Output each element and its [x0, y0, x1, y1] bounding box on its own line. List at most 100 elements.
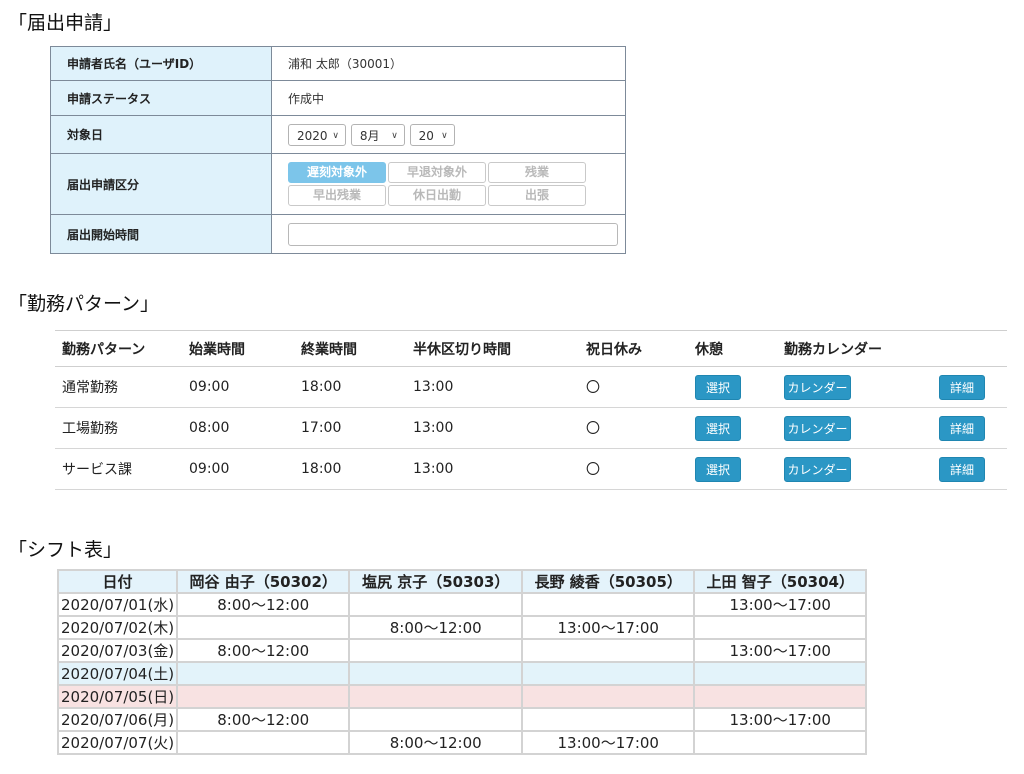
pattern-calendar-cell: カレンダー [777, 408, 932, 449]
shift-cell [348, 638, 523, 663]
pattern-end: 17:00 [301, 420, 342, 436]
category-button-late-exempt[interactable]: 遅刻対象外 [288, 162, 386, 183]
category-button-business-trip[interactable]: 出張 [488, 185, 586, 206]
pattern-header: 終業時間 [301, 341, 357, 358]
pattern-header: 始業時間 [189, 341, 245, 358]
shift-date: 2020/07/02(木) [57, 615, 178, 640]
shift-row-saturday: 2020/07/04(土) [57, 661, 867, 686]
detail-button[interactable]: 詳細 [939, 456, 985, 482]
pattern-half: 13:00 [413, 379, 454, 395]
break-select-button[interactable]: 選択 [695, 374, 741, 400]
pattern-header [932, 331, 1007, 367]
shift-date: 2020/07/03(金) [57, 638, 178, 663]
pattern-header: 勤務カレンダー [784, 341, 882, 358]
pattern-header-row: 勤務パターン 始業時間 終業時間 半休区切り時間 祝日休み 休憩 勤務カレンダー [55, 330, 1007, 367]
pattern-header: 祝日休み [586, 341, 642, 358]
month-select-value: 8月 [359, 128, 380, 143]
shift-header-staff: 長野 綾香（50305） [520, 569, 696, 594]
day-select[interactable]: 20 ∨ [409, 123, 455, 146]
start-time-input[interactable] [288, 222, 618, 246]
calendar-button[interactable]: カレンダー [784, 415, 851, 441]
shift-cell: 8:00～12:00 [348, 730, 523, 755]
shift-cell: 8:00～12:00 [348, 615, 523, 640]
pattern-holiday: 〇 [586, 380, 600, 396]
detail-button[interactable]: 詳細 [939, 415, 985, 441]
category-value: 遅刻対象外 早退対象外 残業 早出残業 休日出勤 出張 [271, 153, 626, 215]
target-date-label: 対象日 [50, 115, 272, 154]
pattern-header: 休憩 [695, 341, 723, 358]
shift-cell [520, 638, 696, 663]
shift-row-sunday: 2020/07/05(日) [57, 684, 867, 709]
pattern-row: サービス課 09:00 18:00 13:00 〇 選択 カレンダー 詳細 [55, 449, 1007, 490]
pattern-name: 通常勤務 [62, 380, 118, 396]
shift-cell: 8:00～12:00 [175, 707, 351, 732]
shift-date: 2020/07/04(土) [57, 661, 178, 686]
shift-cell [520, 592, 696, 617]
shift-cell [693, 661, 867, 686]
category-button-group: 遅刻対象外 早退対象外 残業 早出残業 休日出勤 出張 [288, 162, 625, 206]
break-select-button[interactable]: 選択 [695, 456, 741, 482]
pattern-row: 工場勤務 08:00 17:00 13:00 〇 選択 カレンダー 詳細 [55, 408, 1007, 449]
form-row-applicant: 申請者氏名（ユーザID） 浦和 太郎（30001） [50, 46, 626, 81]
chevron-down-icon: ∨ [391, 130, 398, 141]
shift-cell [175, 615, 351, 640]
applicant-value: 浦和 太郎（30001） [271, 46, 626, 81]
shift-cell: 8:00～12:00 [175, 638, 351, 663]
year-select-value: 2020 [297, 128, 328, 143]
pattern-holiday: 〇 [586, 421, 600, 437]
shift-cell [693, 615, 867, 640]
shift-row: 2020/07/07(火) 8:00～12:00 13:00～17:00 [57, 730, 867, 755]
shift-cell [348, 684, 523, 709]
pattern-section-title: 「勤務パターン」 [8, 293, 160, 315]
target-date-value: 2020 ∨ 8月 ∨ 20 ∨ [271, 115, 626, 154]
shift-cell [520, 707, 696, 732]
pattern-end: 18:00 [301, 379, 342, 395]
pattern-break-cell: 選択 [688, 367, 777, 408]
shift-header-staff: 塩尻 京子（50303） [348, 569, 523, 594]
start-time-value [271, 214, 626, 254]
category-button-overtime[interactable]: 残業 [488, 162, 586, 183]
month-select[interactable]: 8月 ∨ [350, 123, 405, 146]
shift-cell [693, 730, 867, 755]
day-select-value: 20 [418, 128, 434, 143]
status-value: 作成中 [271, 80, 626, 116]
shift-cell: 8:00～12:00 [175, 592, 351, 617]
pattern-break-cell: 選択 [688, 449, 777, 490]
application-form: 申請者氏名（ユーザID） 浦和 太郎（30001） 申請ステータス 作成中 対象… [50, 46, 626, 254]
form-row-status: 申請ステータス 作成中 [50, 80, 626, 116]
shift-section-title: 「シフト表」 [8, 539, 123, 561]
category-button-holiday-work[interactable]: 休日出勤 [388, 185, 486, 206]
pattern-start: 09:00 [189, 379, 230, 395]
pattern-calendar-cell: カレンダー [777, 449, 932, 490]
pattern-start: 08:00 [189, 420, 230, 436]
shift-cell: 13:00～17:00 [693, 707, 867, 732]
shift-row: 2020/07/03(金) 8:00～12:00 13:00～17:00 [57, 638, 867, 663]
shift-date: 2020/07/06(月) [57, 707, 178, 732]
break-select-button[interactable]: 選択 [695, 415, 741, 441]
shift-cell [520, 661, 696, 686]
detail-button[interactable]: 詳細 [939, 374, 985, 400]
form-section-title: 「届出申請」 [8, 12, 123, 34]
start-time-label: 届出開始時間 [50, 214, 272, 254]
pattern-end: 18:00 [301, 461, 342, 477]
shift-header-date: 日付 [57, 569, 178, 594]
shift-row: 2020/07/06(月) 8:00～12:00 13:00～17:00 [57, 707, 867, 732]
pattern-name: サービス課 [62, 462, 132, 478]
shift-table: 日付 岡谷 由子（50302） 塩尻 京子（50303） 長野 綾香（50305… [57, 569, 867, 755]
calendar-button[interactable]: カレンダー [784, 374, 851, 400]
shift-date: 2020/07/01(水) [57, 592, 178, 617]
shift-header-row: 日付 岡谷 由子（50302） 塩尻 京子（50303） 長野 綾香（50305… [57, 569, 867, 594]
shift-cell [693, 684, 867, 709]
work-pattern-table: 勤務パターン 始業時間 終業時間 半休区切り時間 祝日休み 休憩 勤務カレンダー… [55, 330, 1007, 490]
shift-cell [348, 661, 523, 686]
pattern-detail-cell: 詳細 [932, 449, 1007, 490]
shift-row: 2020/07/02(木) 8:00～12:00 13:00～17:00 [57, 615, 867, 640]
year-select[interactable]: 2020 ∨ [288, 123, 346, 146]
calendar-button[interactable]: カレンダー [784, 456, 851, 482]
category-button-early-overtime[interactable]: 早出残業 [288, 185, 386, 206]
category-label: 届出申請区分 [50, 153, 272, 215]
chevron-down-icon: ∨ [332, 130, 339, 141]
chevron-down-icon: ∨ [441, 130, 448, 141]
category-button-early-leave-exempt[interactable]: 早退対象外 [388, 162, 486, 183]
pattern-name: 工場勤務 [62, 421, 118, 437]
